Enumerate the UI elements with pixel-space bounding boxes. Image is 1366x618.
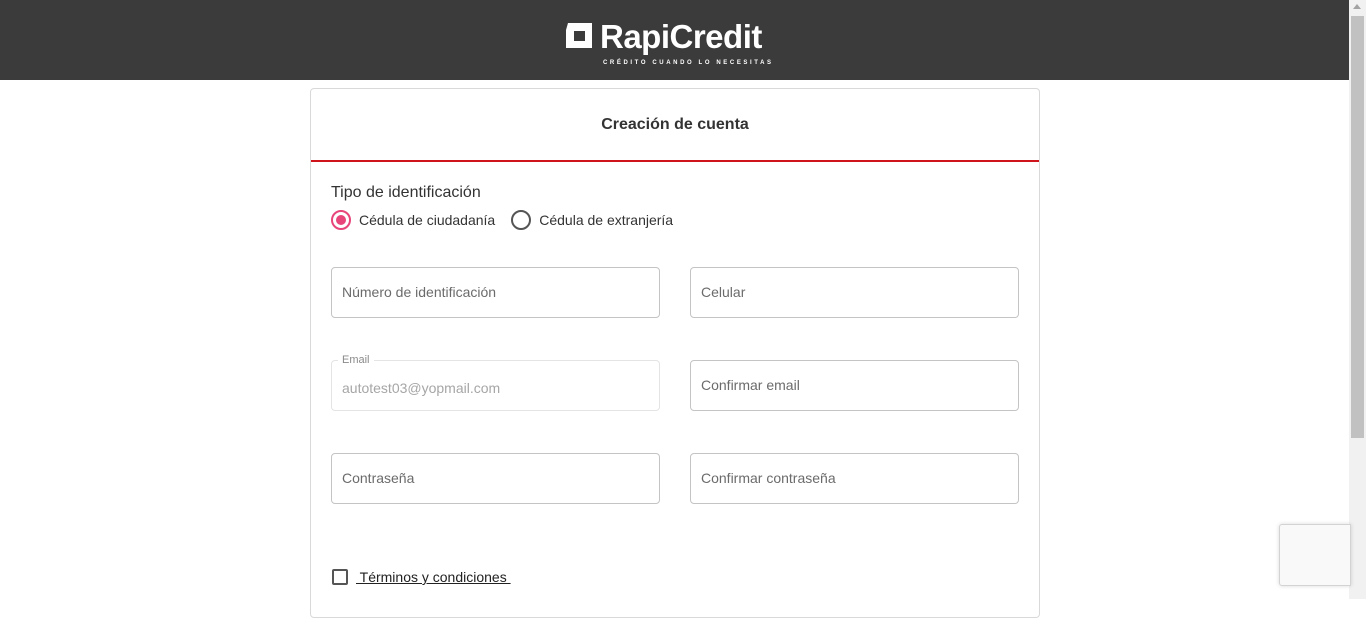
terms-link[interactable]: Términos y condiciones xyxy=(356,569,511,585)
terms-row: Términos y condiciones xyxy=(332,569,511,585)
password-input[interactable]: Contraseña xyxy=(331,453,660,504)
password-placeholder: Contraseña xyxy=(342,470,415,486)
rapicredit-logo-icon xyxy=(566,23,592,48)
id-type-label: Tipo de identificación xyxy=(331,184,481,201)
account-creation-card: Creación de cuenta Tipo de identificació… xyxy=(310,88,1040,618)
scroll-up-arrow-icon[interactable] xyxy=(1353,4,1361,9)
radio-label: Cédula de extranjería xyxy=(539,212,674,228)
brand-tagline: CRÉDITO CUANDO LO NECESITAS xyxy=(603,60,774,66)
page-scrollbar[interactable] xyxy=(1349,0,1366,599)
radio-cedula-ciudadania[interactable]: Cédula de ciudadanía xyxy=(331,210,495,230)
radio-unchecked-icon[interactable] xyxy=(511,210,532,230)
brand-logo[interactable]: RapiCredit CRÉDITO CUANDO LO NECESITAS xyxy=(566,18,786,70)
confirm-email-input[interactable]: Confirmar email xyxy=(690,360,1019,411)
site-header: RapiCredit CRÉDITO CUANDO LO NECESITAS xyxy=(0,0,1349,80)
card-header: Creación de cuenta xyxy=(311,89,1039,162)
email-field[interactable]: Email autotest03@yopmail.com xyxy=(331,354,660,411)
radio-checked-icon[interactable] xyxy=(331,210,351,230)
confirm-password-placeholder: Confirmar contraseña xyxy=(701,470,836,486)
scrollbar-thumb[interactable] xyxy=(1351,16,1364,438)
id-number-placeholder: Número de identificación xyxy=(342,284,497,300)
id-number-input[interactable]: Número de identificación xyxy=(331,267,660,318)
page-title: Creación de cuenta xyxy=(601,115,749,133)
recaptcha-badge[interactable] xyxy=(1279,524,1351,586)
terms-checkbox[interactable] xyxy=(332,569,348,585)
radio-label: Cédula de ciudadanía xyxy=(359,212,496,228)
brand-name: RapiCredit xyxy=(600,18,762,55)
confirm-password-input[interactable]: Confirmar contraseña xyxy=(690,453,1019,504)
email-label: Email xyxy=(338,354,374,366)
email-value: autotest03@yopmail.com xyxy=(342,380,501,396)
phone-placeholder: Celular xyxy=(701,284,746,300)
phone-input[interactable]: Celular xyxy=(690,267,1019,318)
confirm-email-placeholder: Confirmar email xyxy=(701,377,800,393)
radio-cedula-extranjeria[interactable]: Cédula de extranjería xyxy=(511,210,673,230)
id-type-radio-group: Cédula de ciudadanía Cédula de extranjer… xyxy=(331,210,689,230)
